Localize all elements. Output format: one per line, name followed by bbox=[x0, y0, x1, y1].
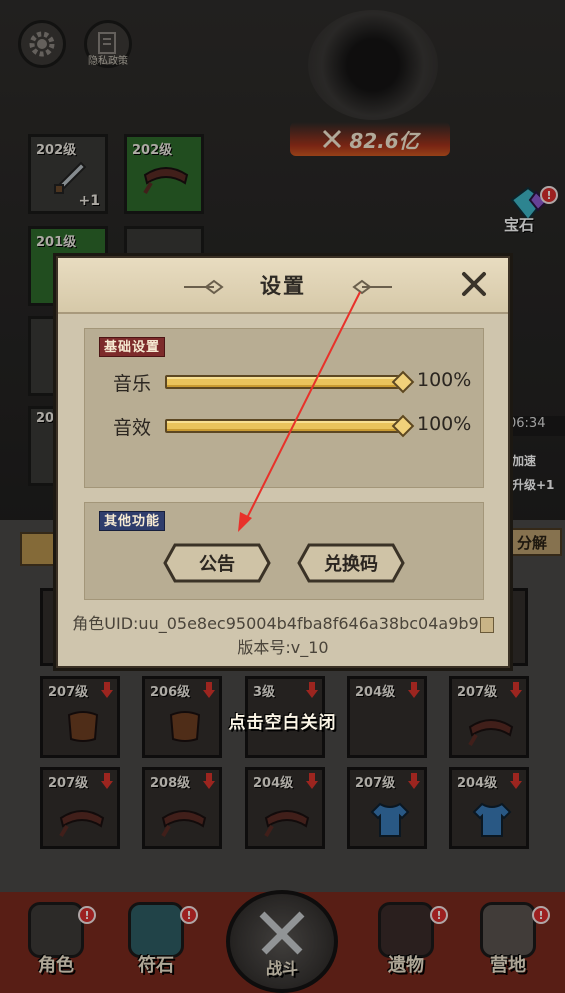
basic-settings-label: 基础设置 bbox=[99, 337, 166, 357]
sfx-label: 音效 bbox=[113, 417, 152, 439]
music-label: 音乐 bbox=[113, 373, 152, 395]
other-functions-label: 其他功能 bbox=[99, 511, 166, 531]
close-icon bbox=[462, 272, 486, 296]
music-slider[interactable] bbox=[165, 370, 415, 394]
sfx-value: 100% bbox=[417, 413, 472, 435]
notice-button[interactable]: 公告 bbox=[163, 543, 271, 583]
settings-dialog: 设置 基础设置 音乐 100% 音效 100% 其他功能 公告 兑换码 角色UI… bbox=[56, 256, 510, 668]
copy-icon[interactable] bbox=[479, 616, 494, 633]
basic-settings-section: 基础设置 音乐 100% 音效 100% bbox=[84, 328, 484, 488]
dialog-header: 设置 bbox=[58, 258, 508, 314]
dialog-title: 设置 bbox=[260, 274, 306, 298]
notice-button-label: 公告 bbox=[199, 554, 235, 575]
uid-text: 角色UID:uu_05e8ec95004b4fba8f646a38bc04a9b… bbox=[72, 614, 479, 633]
tap-to-close-hint: 点击空白关闭 bbox=[228, 713, 337, 733]
ornament-icon bbox=[352, 279, 392, 295]
sfx-slider[interactable] bbox=[165, 414, 415, 438]
redeem-code-button[interactable]: 兑换码 bbox=[297, 543, 405, 583]
version-text: 版本号:v_10 bbox=[237, 638, 329, 657]
close-button[interactable] bbox=[458, 268, 490, 300]
other-functions-section: 其他功能 公告 兑换码 bbox=[84, 502, 484, 600]
sfx-slider-handle[interactable] bbox=[391, 414, 415, 438]
redeem-code-button-label: 兑换码 bbox=[324, 554, 378, 575]
music-value: 100% bbox=[417, 369, 472, 391]
uid-line: 角色UID:uu_05e8ec95004b4fba8f646a38bc04a9b… bbox=[58, 610, 508, 634]
music-slider-handle[interactable] bbox=[391, 370, 415, 394]
